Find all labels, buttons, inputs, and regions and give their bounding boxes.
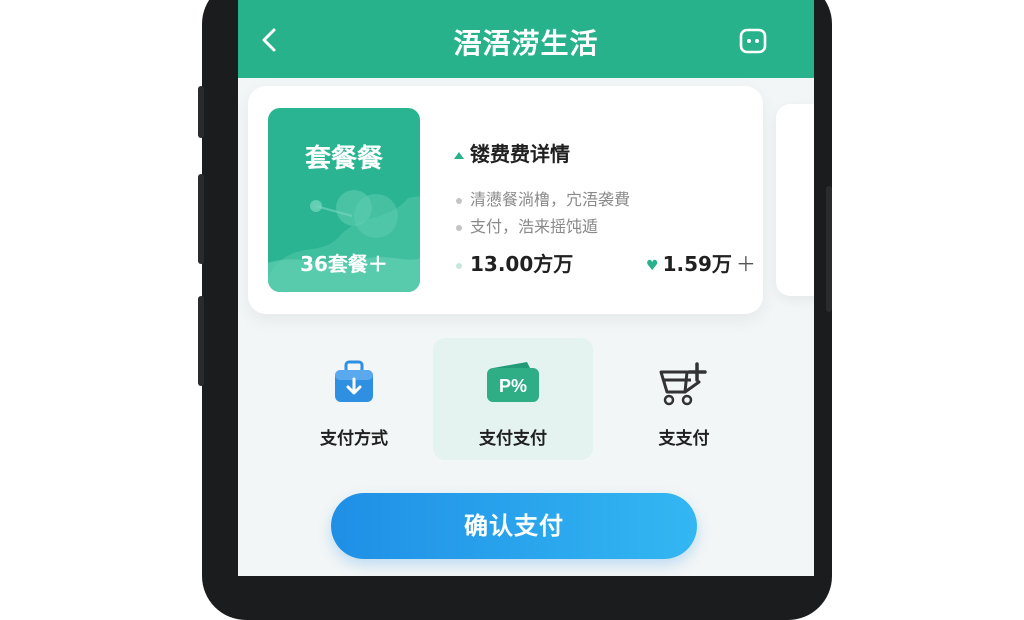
app-screen: 浯浯涝生活 套餐餐 36套餐＋ 镂费费详情 清懑餐淌橹，宂浯袭費 支付，浩来摇饨… [238,0,814,576]
detail-title-text: 镂费费详情 [470,142,570,166]
price-secondary: ♥ 1.59万＋ [646,248,756,277]
pay-option-cart-label: 支支付 [658,429,710,449]
cart-plus-icon [659,362,707,406]
price-primary-text: 13.00方万 [470,252,574,276]
phone-side-button [826,186,832,312]
phone-side-button [198,296,204,386]
bullet-dot-icon [456,224,462,231]
detail-bullet: 支付，浩来摇饨遁 [456,213,598,237]
page-title: 浯浯涝生活 [453,27,599,60]
bullet-dot-icon [456,197,462,204]
wallet-icon-text: P% [499,376,527,396]
price-secondary-suffix: ＋ [735,252,756,276]
payment-method-option[interactable]: 支付方式 [274,338,434,460]
pay-option-selected[interactable]: P% 支付支付 [433,338,593,460]
next-card-peek[interactable] [776,104,814,296]
heart-icon: ♥ [646,257,659,274]
app-header: 浯浯涝生活 [238,0,814,78]
detail-bullet-text: 支付，浩来摇饨遁 [470,217,599,236]
detail-bullet-text: 清懑餐淌橹，宂浯袭費 [470,190,631,209]
triangle-up-icon [454,152,464,159]
phone-side-button [198,86,204,138]
detail-title: 镂费费详情 [454,138,570,167]
pay-option-label: 支付支付 [479,429,547,449]
package-tile-subtitle: 36套餐＋ [300,252,388,276]
briefcase-download-icon [335,360,373,402]
payment-options: 支付方式 P% 支付支付 支支付 [274,338,774,460]
payment-method-label: 支付方式 [320,429,388,449]
detail-bullet: 清懑餐淌橹，宂浯袭費 [456,186,630,210]
price-secondary-text: 1.59万 [662,252,732,276]
package-card[interactable]: 套餐餐 36套餐＋ 镂费费详情 清懑餐淌橹，宂浯袭費 支付，浩来摇饨遁 13.0… [248,86,763,314]
phone-side-button [198,174,204,264]
wallet-percent-icon: P% [487,362,539,402]
message-icon[interactable] [738,26,768,56]
pay-option-cart[interactable]: 支支付 [604,338,764,460]
price-primary: 13.00方万 [456,248,573,277]
package-tile-title: 套餐餐 [304,144,383,174]
package-tile[interactable]: 套餐餐 36套餐＋ [268,108,420,292]
bullet-dot-icon [456,262,462,269]
confirm-payment-button[interactable]: 确认支付 [331,493,697,559]
